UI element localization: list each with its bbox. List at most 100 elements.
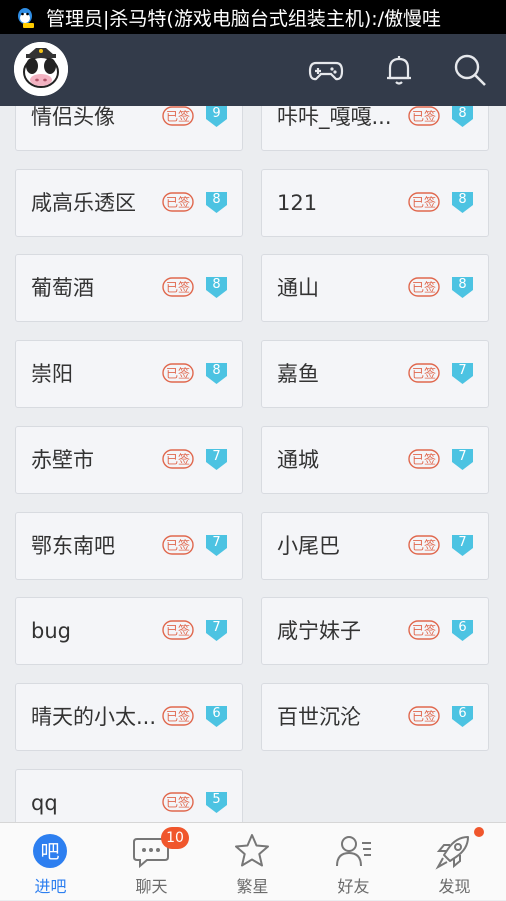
signed-stamp-icon: 已签 [408,620,440,640]
forum-name: 小尾巴 [277,534,340,558]
forum-name: qq [31,791,58,815]
forum-card[interactable]: qq 已签 5 [15,769,243,822]
level-badge: 7 [450,533,475,558]
tab-friends[interactable]: 好友 [303,823,404,901]
unread-badge: 10 [161,827,189,849]
level-badge: 7 [204,618,229,643]
signed-stamp-icon: 已签 [408,192,440,212]
forum-name: bug [31,619,71,643]
tab-discover[interactable]: 发现 [404,823,505,901]
level-badge: 8 [204,275,229,300]
forum-name: 通山 [277,276,319,300]
level-badge: 5 [204,790,229,815]
level-badge: 8 [450,190,475,215]
svg-text:已签: 已签 [166,109,190,124]
forum-card[interactable]: 咸宁妹子 已签 6 [261,597,489,665]
tab-label: 聊天 [135,877,168,896]
avatar-cow-icon [14,42,68,96]
svg-text:已签: 已签 [166,195,190,210]
level-number: 7 [212,535,221,550]
search-icon[interactable] [452,52,488,88]
svg-text:已签: 已签 [412,109,436,124]
forum-name: 葡萄酒 [31,276,94,300]
level-number: 8 [458,277,467,292]
level-badge: 7 [450,447,475,472]
level-number: 8 [458,192,467,207]
gamepad-icon[interactable] [308,52,344,88]
avatar[interactable] [14,42,68,96]
status-bar: 管理员|杀马特(游戏电脑台式组装主机):/傲慢哇 [0,0,506,34]
forum-name: 121 [277,191,318,215]
tab-label: 好友 [337,877,370,896]
forum-card[interactable]: 咔咔_嘎嘎... 已签 8 [261,106,489,151]
level-badge: 7 [450,361,475,386]
forum-name: 赤壁市 [31,448,94,472]
signed-stamp-icon: 已签 [162,277,194,297]
forum-name: 嘉鱼 [277,362,319,386]
svg-text:已签: 已签 [412,538,436,553]
forum-card[interactable]: 晴天的小太... 已签 6 [15,683,243,751]
friends-icon [336,836,371,867]
level-number: 5 [212,792,221,807]
svg-text:已签: 已签 [166,623,190,638]
tab-enter-forum[interactable]: 吧 进吧 [0,823,101,901]
level-badge: 6 [204,704,229,729]
forum-name: 晴天的小太... [31,705,157,729]
signed-stamp-icon: 已签 [162,192,194,212]
signed-stamp-icon: 已签 [162,792,194,812]
forum-card[interactable]: 121 已签 8 [261,169,489,237]
forum-card[interactable]: 赤壁市 已签 7 [15,426,243,494]
level-number: 7 [212,449,221,464]
signed-stamp-icon: 已签 [162,449,194,469]
forum-card[interactable]: bug 已签 7 [15,597,243,665]
forum-name: 百世沉沦 [277,705,361,729]
tab-stars[interactable]: 繁星 [202,823,303,901]
level-badge: 9 [204,106,229,129]
svg-text:已签: 已签 [166,452,190,467]
forum-card[interactable]: 小尾巴 已签 7 [261,512,489,580]
forum-card[interactable]: 嘉鱼 已签 7 [261,340,489,408]
level-badge: 7 [204,447,229,472]
forum-card[interactable]: 鄂东南吧 已签 7 [15,512,243,580]
qq-notification-icon [18,8,34,28]
forum-name: 咔咔_嘎嘎... [277,106,392,129]
forum-name: 通城 [277,448,319,472]
bottom-tab-bar: 吧 进吧 10 聊天 繁星 好友 发现 [0,822,506,900]
new-dot-indicator [474,827,484,837]
forum-card[interactable]: 百世沉沦 已签 6 [261,683,489,751]
signed-stamp-icon: 已签 [162,363,194,383]
signed-stamp-icon: 已签 [408,363,440,383]
svg-text:吧: 吧 [40,841,59,863]
forum-card[interactable]: 葡萄酒 已签 8 [15,254,243,322]
level-number: 8 [212,363,221,378]
svg-text:已签: 已签 [166,538,190,553]
top-bar [0,34,506,106]
svg-text:已签: 已签 [166,709,190,724]
forum-card[interactable]: 情侣头像 已签 9 [15,106,243,151]
svg-text:已签: 已签 [412,452,436,467]
svg-text:已签: 已签 [412,280,436,295]
level-number: 6 [212,706,221,721]
svg-text:已签: 已签 [166,366,190,381]
signed-stamp-icon: 已签 [162,535,194,555]
level-number: 9 [212,106,221,121]
forum-list[interactable]: 情侣头像 已签 9 咔咔_嘎嘎... 已签 8 咸高乐透区 已签 8 121 已签 8 葡萄酒 已签 8 通山… [0,106,506,822]
forum-card[interactable]: 崇阳 已签 8 [15,340,243,408]
level-number: 7 [458,535,467,550]
tab-chat[interactable]: 10 聊天 [101,823,202,901]
forum-card[interactable]: 通山 已签 8 [261,254,489,322]
signed-stamp-icon: 已签 [162,706,194,726]
forum-name: 咸高乐透区 [31,191,136,215]
level-number: 7 [458,449,467,464]
level-number: 6 [458,620,467,635]
forum-card[interactable]: 咸高乐透区 已签 8 [15,169,243,237]
forum-card[interactable]: 通城 已签 7 [261,426,489,494]
forum-name: 情侣头像 [31,106,115,129]
level-badge: 6 [450,618,475,643]
level-badge: 8 [450,106,475,129]
bell-icon[interactable] [381,52,417,88]
level-number: 7 [458,363,467,378]
signed-stamp-icon: 已签 [408,449,440,469]
svg-text:已签: 已签 [166,280,190,295]
signed-stamp-icon: 已签 [408,706,440,726]
